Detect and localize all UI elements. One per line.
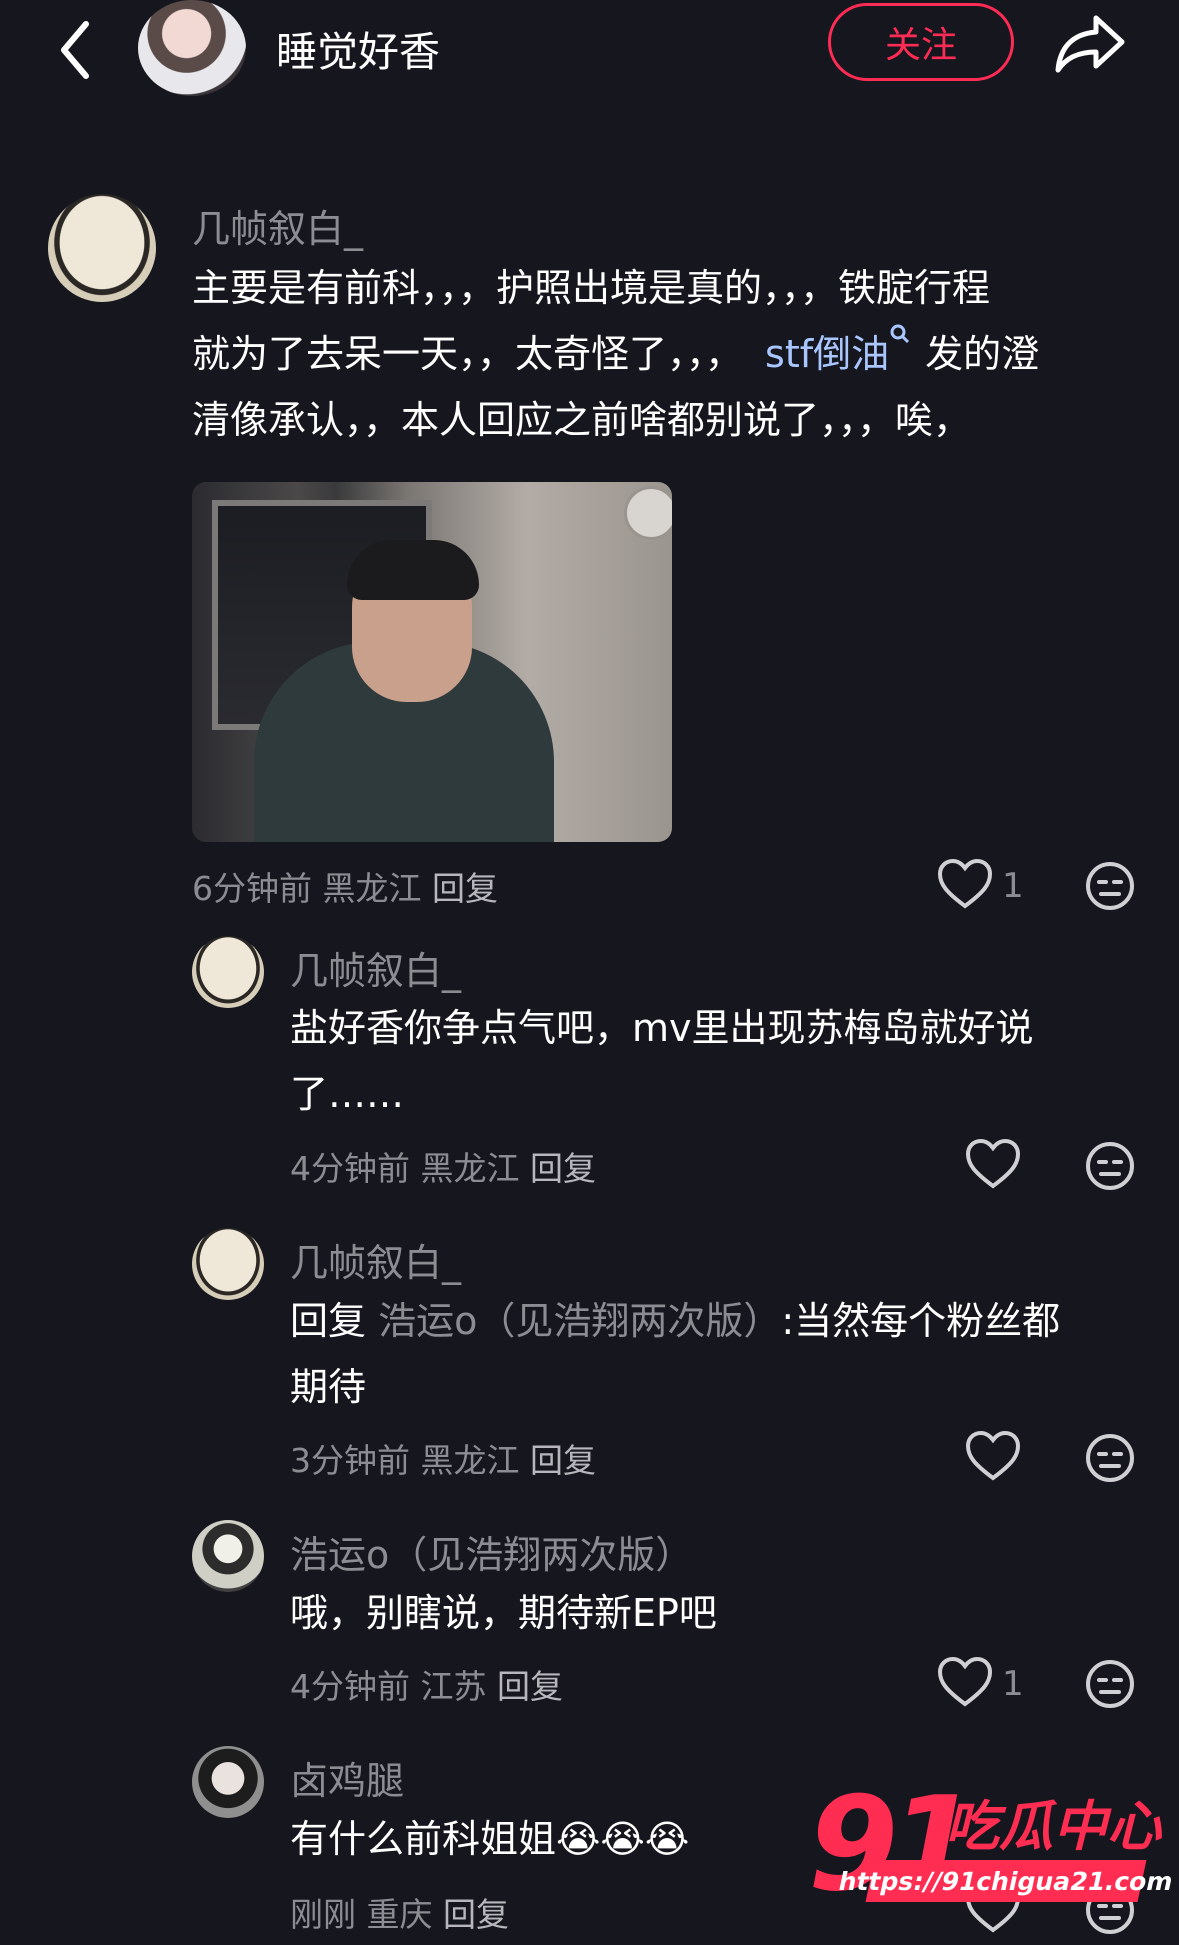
comment-text-line: 主要是有前科，，，护照出境是真的，，，铁腚行程 — [192, 266, 991, 310]
meh-face-icon — [1086, 1142, 1134, 1190]
reply-meta: 刚刚 重庆 回复 — [290, 1888, 509, 1936]
comment-text: 主要是有前科，，，护照出境是真的，，，铁腚行程 就为了去呆一天，，太奇怪了，，，… — [192, 255, 1152, 453]
reply-location: 黑龙江 — [420, 1149, 520, 1188]
reply-text-line: 期待 — [290, 1365, 367, 1409]
search-icon — [890, 324, 910, 344]
reply-text: 哦，别瞎说，期待新EP吧 — [290, 1580, 1150, 1646]
like-button[interactable] — [964, 1136, 1022, 1194]
search-link-label[interactable]: stf倒油 — [765, 332, 889, 376]
reply-text-segment: 有什么前科姐姐 — [290, 1817, 557, 1861]
reply-text-line: 盐好香你争点气吧，mv里出现苏梅岛就好说 — [290, 1006, 1034, 1050]
heart-icon — [937, 858, 993, 909]
reply-button[interactable]: 回复 — [530, 1149, 596, 1188]
comment-text-line: 就为了去呆一天，，太奇怪了，，， stf倒油 发的澄 — [192, 321, 1152, 387]
reply-text-line: 回复 浩运o（见浩翔两次版）:当然每个粉丝都 — [290, 1288, 1150, 1354]
heart-icon — [965, 1430, 1021, 1481]
comment-text-line: 清像承认，，本人回应之前啥都别说了，，，唉， — [192, 398, 972, 442]
reply-button[interactable]: 回复 — [443, 1895, 509, 1934]
mention-link[interactable]: 浩运o（见浩翔两次版） — [378, 1299, 781, 1343]
comment-time: 6分钟前 — [192, 869, 312, 908]
follow-button[interactable]: 关注 — [828, 3, 1014, 81]
reply-button[interactable]: 回复 — [530, 1441, 596, 1480]
commenter-avatar[interactable] — [48, 194, 156, 302]
header-title[interactable]: 睡觉好香 — [276, 18, 440, 78]
comment-location: 黑龙江 — [322, 869, 422, 908]
reply-button[interactable]: 回复 — [497, 1667, 563, 1706]
reply-button[interactable]: 回复 — [432, 869, 498, 908]
search-link[interactable]: stf倒油 — [743, 324, 911, 376]
heart-icon — [937, 1656, 993, 1707]
header-avatar[interactable] — [138, 0, 246, 96]
crying-emoji: 😭😭😭 — [556, 1817, 690, 1861]
reply-time: 3分钟前 — [290, 1441, 410, 1480]
like-button[interactable] — [936, 856, 994, 914]
comment-username[interactable]: 几帧叙白_ — [192, 198, 363, 253]
reply-meta: 4分钟前 江苏 回复 — [290, 1660, 563, 1708]
comment-video-thumbnail[interactable] — [192, 482, 672, 842]
reply-avatar[interactable] — [192, 1228, 264, 1300]
meh-face-icon — [1086, 862, 1134, 910]
like-button[interactable] — [936, 1654, 994, 1712]
share-icon — [1055, 15, 1125, 73]
comment-text-segment: 就为了去呆一天，，太奇怪了，，， — [192, 332, 744, 376]
dislike-button[interactable] — [1082, 1656, 1138, 1712]
reply-text-line: 了…… — [290, 1072, 405, 1116]
reply-location: 江苏 — [420, 1667, 487, 1706]
back-button[interactable] — [48, 10, 104, 82]
share-button[interactable] — [1054, 10, 1128, 76]
watermark-brand: 吃瓜中心 — [945, 1795, 1161, 1858]
reply-username[interactable]: 几帧叙白_ — [290, 940, 461, 995]
reply-time: 4分钟前 — [290, 1149, 410, 1188]
like-count: 1 — [1002, 1664, 1024, 1704]
meh-face-icon — [1086, 1660, 1134, 1708]
comment-meta: 6分钟前 黑龙江 回复 — [192, 862, 498, 910]
video-clock-shape — [624, 486, 672, 540]
reply-username[interactable]: 几帧叙白_ — [290, 1232, 461, 1287]
reply-avatar[interactable] — [192, 1520, 264, 1592]
heart-icon — [965, 1138, 1021, 1189]
reply-meta: 3分钟前 黑龙江 回复 — [290, 1434, 596, 1482]
chevron-left-icon — [61, 21, 89, 79]
dislike-button[interactable] — [1082, 858, 1138, 914]
watermark-url: https://91chigua21.com — [836, 1860, 1176, 1902]
like-count: 1 — [1002, 866, 1024, 906]
reply-time: 4分钟前 — [290, 1667, 410, 1706]
reply-location: 重庆 — [366, 1895, 433, 1934]
reply-username[interactable]: 卤鸡腿 — [290, 1750, 404, 1805]
reply-username[interactable]: 浩运o（见浩翔两次版） — [290, 1524, 693, 1579]
dislike-button[interactable] — [1082, 1430, 1138, 1486]
comment-text-segment: 发的澄 — [925, 332, 1040, 376]
reply-text-segment: :当然每个粉丝都 — [781, 1299, 1061, 1343]
reply-location: 黑龙江 — [420, 1441, 520, 1480]
reply-text: 回复 浩运o（见浩翔两次版）:当然每个粉丝都 期待 — [290, 1288, 1150, 1420]
dislike-button[interactable] — [1082, 1138, 1138, 1194]
reply-avatar[interactable] — [192, 1746, 264, 1818]
video-hair-shape — [347, 540, 479, 600]
reply-prefix: 回复 — [290, 1299, 367, 1343]
reply-avatar[interactable] — [192, 936, 264, 1008]
like-button[interactable] — [964, 1428, 1022, 1486]
reply-text: 盐好香你争点气吧，mv里出现苏梅岛就好说 了…… — [290, 995, 1150, 1127]
reply-text-line: 哦，别瞎说，期待新EP吧 — [290, 1591, 717, 1635]
meh-face-icon — [1086, 1434, 1134, 1482]
reply-time: 刚刚 — [290, 1895, 356, 1934]
reply-meta: 4分钟前 黑龙江 回复 — [290, 1142, 596, 1190]
